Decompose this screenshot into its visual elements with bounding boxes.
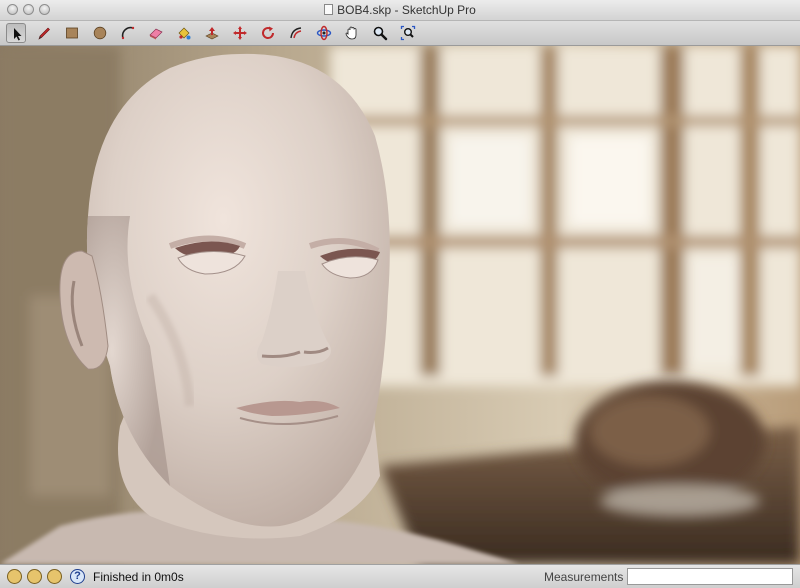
zoom-extents-icon: [400, 25, 416, 41]
pencil-icon: [38, 27, 50, 40]
eraser-tool-button[interactable]: [146, 23, 166, 43]
help-icon[interactable]: ?: [70, 569, 85, 584]
zoom-tool-button[interactable]: [370, 23, 390, 43]
rectangle-tool-button[interactable]: [62, 23, 82, 43]
arc-tool-button[interactable]: [118, 23, 138, 43]
window-title-area: BOB4.skp - SketchUp Pro: [0, 3, 800, 17]
rotate-icon: [262, 26, 275, 39]
window-title: BOB4.skp - SketchUp Pro: [337, 3, 476, 17]
orbit-tool-button[interactable]: [314, 23, 334, 43]
pan-tool-button[interactable]: [342, 23, 362, 43]
select-arrow-icon: [14, 28, 22, 41]
rendered-head-scene: [0, 46, 800, 564]
circle-icon: [93, 26, 107, 40]
rotate-tool-button[interactable]: [258, 23, 278, 43]
orbit-icon: [316, 25, 332, 41]
measurements-label: Measurements: [544, 570, 624, 584]
credits-icon[interactable]: [27, 569, 42, 584]
zoom-icon: [373, 26, 388, 41]
push-pull-tool-button[interactable]: [202, 23, 222, 43]
status-bar: ? Finished in 0m0s Measurements: [0, 564, 800, 588]
blurred-bowl: [575, 381, 765, 517]
offset-tool-button[interactable]: [286, 23, 306, 43]
rectangle-icon: [66, 27, 78, 39]
title-bar: BOB4.skp - SketchUp Pro: [0, 0, 800, 21]
pan-hand-icon: [345, 26, 357, 40]
document-icon: [324, 4, 334, 15]
paint-bucket-icon: [178, 27, 191, 40]
arc-icon: [121, 26, 135, 40]
zoom-extents-tool-button[interactable]: [398, 23, 418, 43]
push-pull-icon: [205, 27, 219, 40]
move-icon: [233, 26, 247, 40]
move-tool-button[interactable]: [230, 23, 250, 43]
circle-tool-button[interactable]: [90, 23, 110, 43]
select-tool-button[interactable]: [6, 23, 26, 43]
user-icon[interactable]: [47, 569, 62, 584]
model-viewport[interactable]: [0, 46, 800, 564]
status-message: Finished in 0m0s: [93, 570, 184, 584]
sketchup-window: BOB4.skp - SketchUp Pro ? Finished in 0m…: [0, 0, 800, 588]
paint-bucket-tool-button[interactable]: [174, 23, 194, 43]
main-toolbar: [0, 21, 800, 46]
measurements-input[interactable]: [627, 568, 793, 585]
pencil-tool-button[interactable]: [34, 23, 54, 43]
eraser-icon: [149, 28, 163, 40]
offset-icon: [290, 27, 302, 39]
geo-location-icon[interactable]: [7, 569, 22, 584]
